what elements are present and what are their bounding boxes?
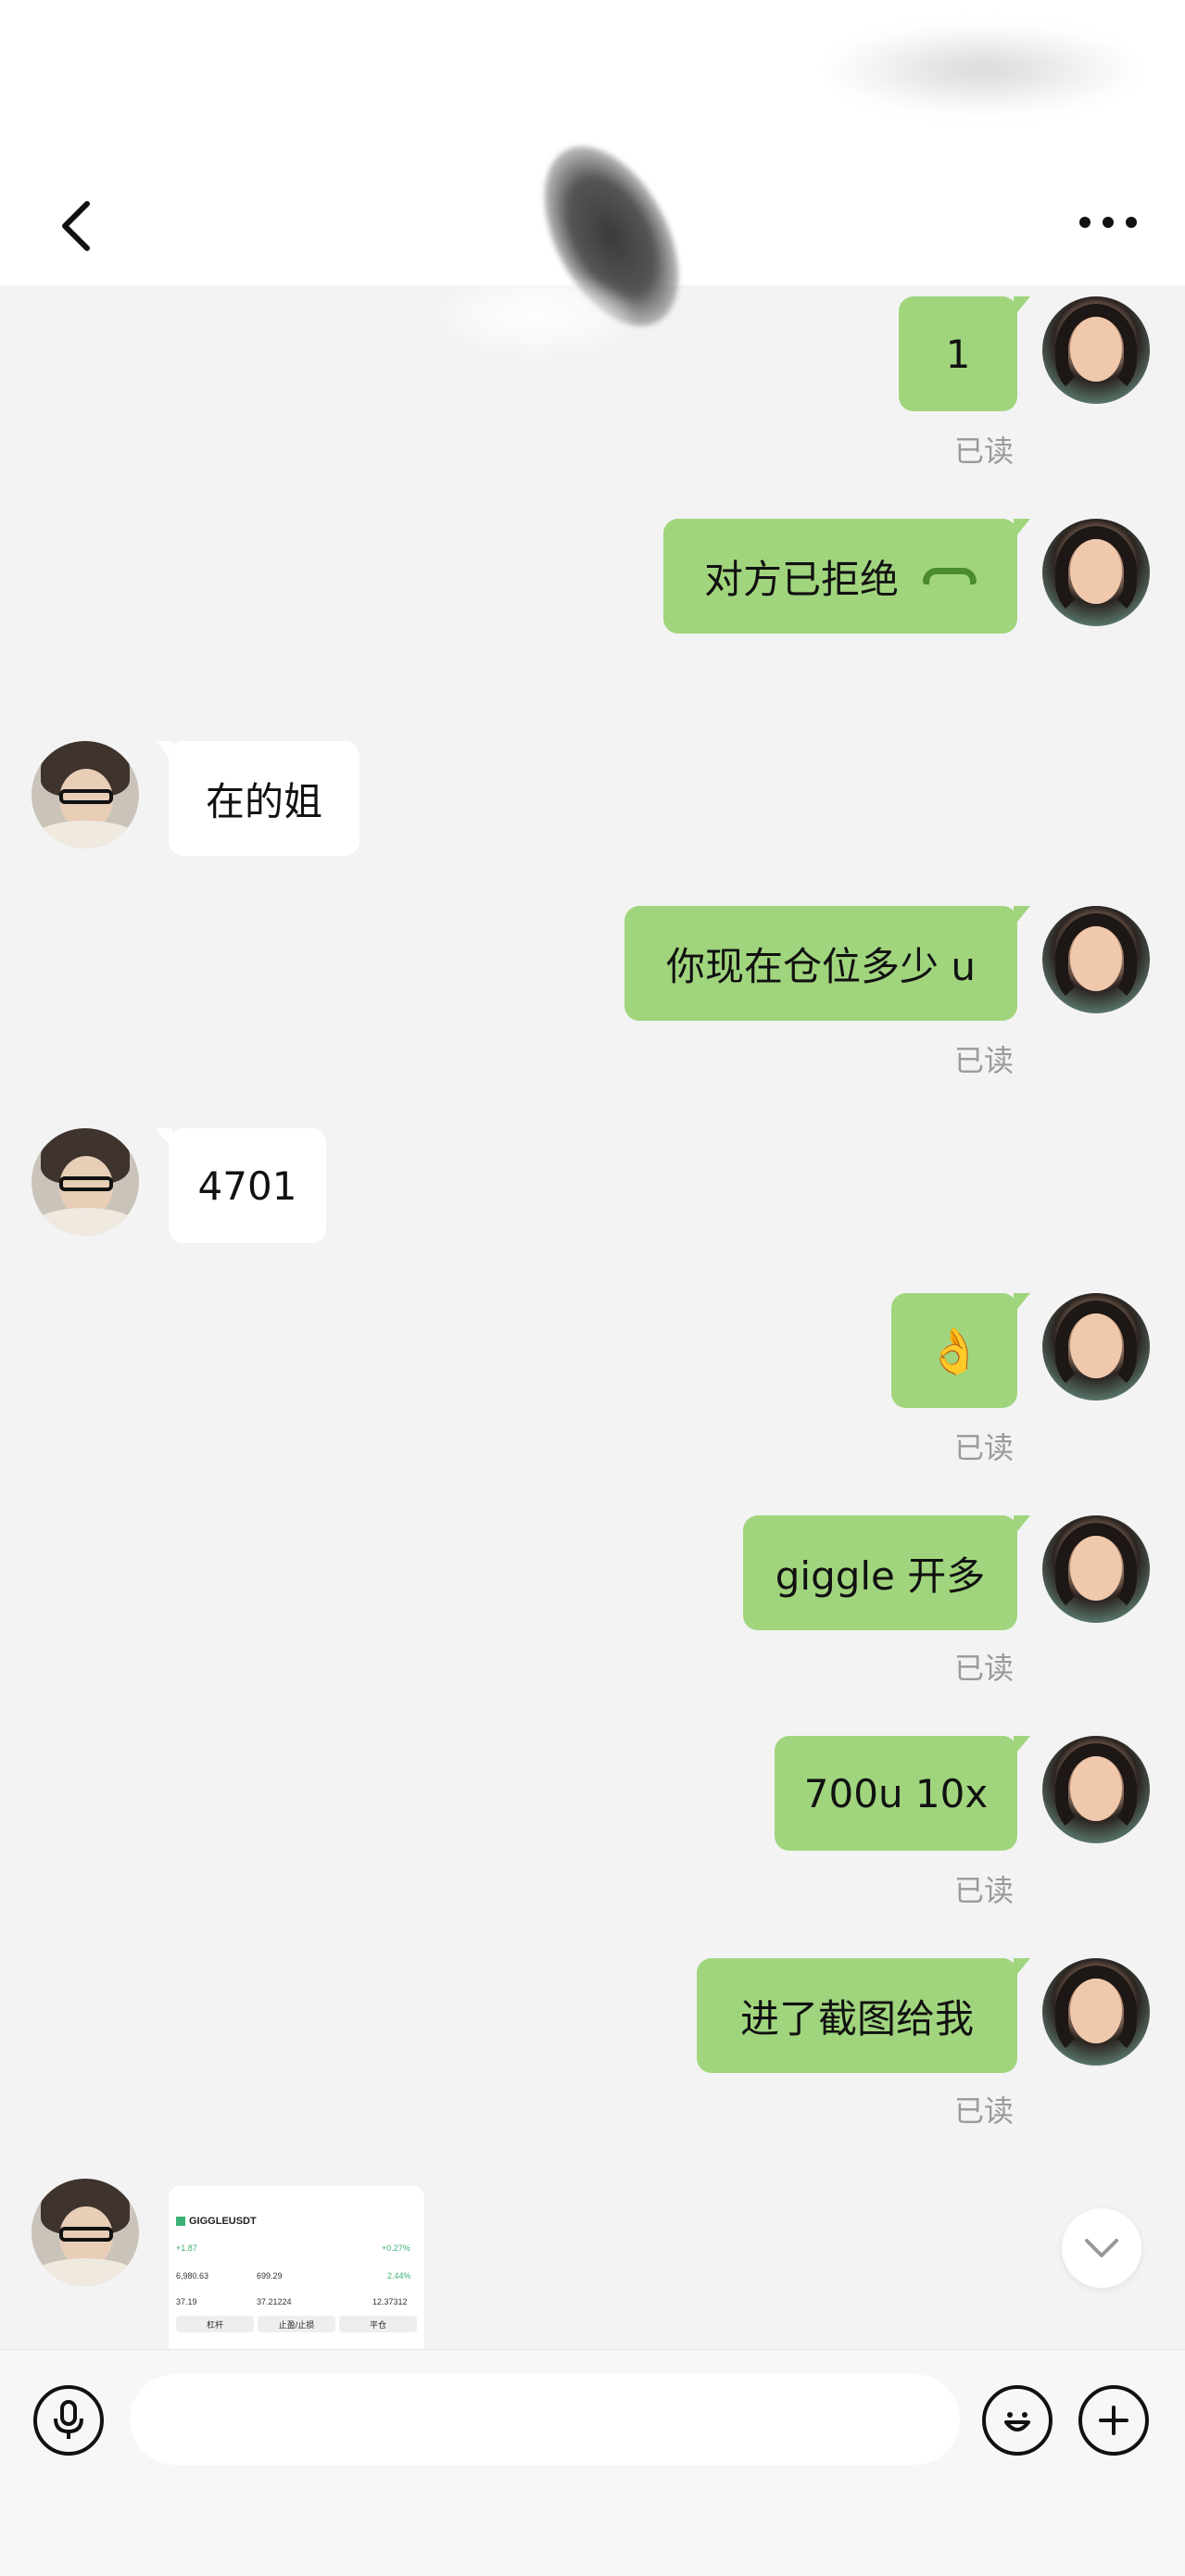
message-input[interactable]	[130, 2374, 960, 2465]
thumb-value: 6,980.63	[176, 2271, 209, 2281]
microphone-icon	[54, 2400, 83, 2439]
read-status: 已读	[954, 1043, 1015, 1078]
avatar-contact[interactable]	[32, 2179, 139, 2286]
plus-icon	[1099, 2406, 1128, 2435]
read-status: 已读	[954, 1873, 1015, 1908]
scroll-to-bottom-button[interactable]	[1062, 2208, 1141, 2288]
thumb-value: +0.27%	[382, 2243, 410, 2253]
message-text: 你现在仓位多少 u	[666, 943, 976, 989]
thumb-value: +1.87	[176, 2243, 197, 2253]
blurred-redaction	[445, 278, 630, 352]
input-bar	[0, 2349, 1185, 2576]
avatar-self[interactable]	[1042, 1736, 1150, 1843]
thumb-value: 12.37312	[372, 2297, 408, 2306]
read-status: 已读	[954, 434, 1015, 469]
avatar-contact[interactable]	[32, 741, 139, 848]
avatar-contact[interactable]	[32, 1128, 139, 1236]
image-message-thumbnail[interactable]: GIGGLEUSDT +1.87 +0.27% 6,980.63 699.29 …	[169, 2186, 424, 2349]
thumb-value: 699.29	[257, 2271, 283, 2281]
thumb-value: 37.19	[176, 2297, 197, 2306]
message-bubble-out[interactable]: giggle 开多	[743, 1515, 1030, 1630]
blurred-redaction	[834, 28, 1130, 111]
thumb-value: 37.21224	[257, 2297, 292, 2306]
avatar-self[interactable]	[1042, 1293, 1150, 1401]
chat-header	[0, 0, 1185, 348]
message-text: 4701	[197, 1162, 297, 1209]
chevron-down-icon	[1085, 2239, 1118, 2257]
thumb-value: 2.44%	[387, 2271, 411, 2281]
message-text: 👌	[927, 1325, 982, 1377]
read-status: 已读	[954, 1651, 1015, 1686]
message-bubble-out[interactable]: 1	[899, 296, 1030, 411]
thumb-button: 平仓	[339, 2316, 417, 2332]
message-text: 1	[945, 331, 971, 377]
plus-button[interactable]	[1078, 2385, 1149, 2456]
avatar-self[interactable]	[1042, 1958, 1150, 2066]
thumb-symbol: GIGGLEUSDT	[176, 2216, 257, 2227]
more-options-button[interactable]	[1079, 206, 1146, 239]
message-text: 700u 10x	[803, 1770, 989, 1816]
message-bubble-out[interactable]: 你现在仓位多少 u	[624, 906, 1030, 1021]
emoji-button[interactable]	[982, 2385, 1053, 2456]
message-bubble-in[interactable]: 在的姐	[156, 741, 359, 856]
message-text: 对方已拒绝	[703, 556, 899, 602]
chevron-left-icon	[62, 201, 90, 251]
message-text: giggle 开多	[775, 1552, 986, 1599]
message-bubble-out[interactable]: 进了截图给我	[697, 1958, 1030, 2073]
avatar-self[interactable]	[1042, 906, 1150, 1013]
back-button[interactable]	[54, 196, 100, 256]
read-status: 已读	[954, 1430, 1015, 1465]
more-horizontal-icon	[1079, 217, 1090, 228]
avatar-self[interactable]	[1042, 519, 1150, 626]
message-bubble-in[interactable]: 4701	[156, 1128, 326, 1243]
emoji-icon	[1004, 2412, 1030, 2431]
thumb-button: 杠杆	[176, 2316, 254, 2332]
phone-hangup-icon	[923, 568, 977, 584]
read-status: 已读	[954, 2093, 1015, 2129]
message-text: 进了截图给我	[739, 1995, 974, 2042]
message-bubble-out[interactable]: 对方已拒绝	[663, 519, 1030, 634]
thumb-button: 止盈/止损	[258, 2316, 335, 2332]
message-bubble-out[interactable]: 👌	[891, 1293, 1030, 1408]
voice-button[interactable]	[33, 2385, 104, 2456]
avatar-self[interactable]	[1042, 1515, 1150, 1623]
message-text: 在的姐	[205, 778, 322, 824]
message-bubble-out[interactable]: 700u 10x	[775, 1736, 1030, 1851]
avatar-self[interactable]	[1042, 296, 1150, 404]
